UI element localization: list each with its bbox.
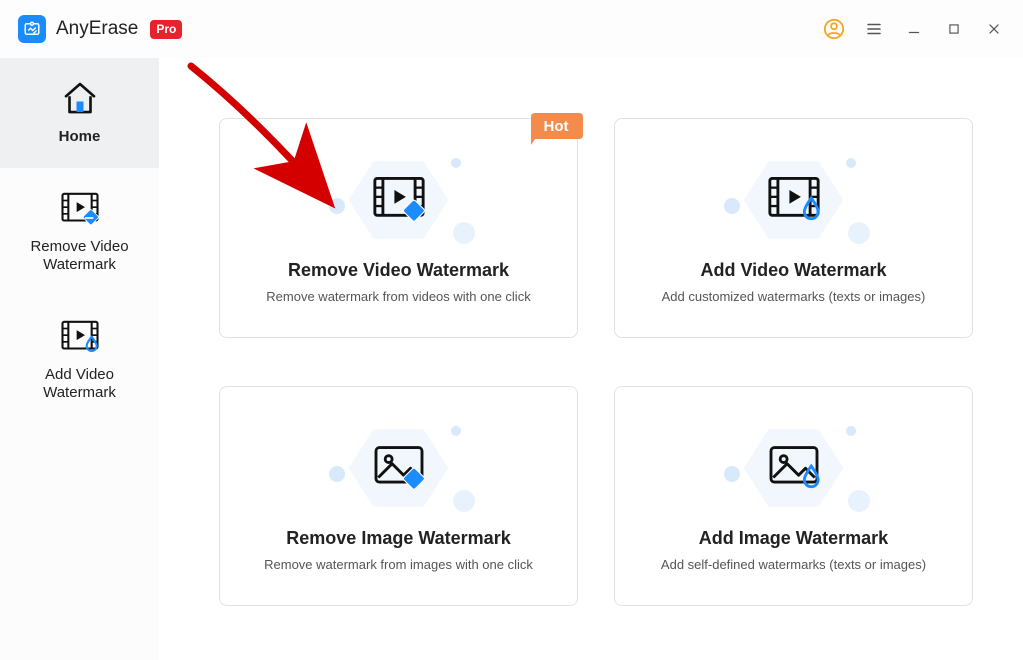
sidebar-item-add-video-watermark[interactable]: Add Video Watermark (0, 296, 159, 424)
app-body: Home Remove Video W (0, 58, 1023, 660)
sidebar: Home Remove Video W (0, 58, 159, 660)
video-droplet-icon (60, 316, 100, 356)
maximize-button[interactable] (939, 14, 969, 44)
sidebar-item-label: Home (59, 128, 101, 146)
svg-text:Hot: Hot (544, 118, 569, 135)
card-title: Remove Video Watermark (288, 260, 509, 281)
home-icon (59, 78, 101, 118)
sidebar-item-label: Add Video Watermark (8, 366, 151, 402)
video-erase-icon (371, 175, 427, 226)
card-illustration (704, 420, 884, 516)
card-illustration (309, 420, 489, 516)
sidebar-item-home[interactable]: Home (0, 58, 159, 168)
app-title: AnyErase (56, 18, 138, 40)
card-illustration (704, 152, 884, 248)
card-remove-image-watermark[interactable]: Remove Image Watermark Remove watermark … (219, 386, 578, 606)
card-illustration (309, 152, 489, 248)
card-desc: Add customized watermarks (texts or imag… (662, 289, 926, 304)
close-button[interactable] (979, 14, 1009, 44)
account-button[interactable] (819, 14, 849, 44)
card-title: Remove Image Watermark (286, 528, 510, 549)
sidebar-item-remove-video-watermark[interactable]: Remove Video Watermark (0, 168, 159, 296)
video-droplet-icon (766, 175, 822, 226)
image-erase-icon (371, 443, 427, 494)
minimize-button[interactable] (899, 14, 929, 44)
card-desc: Remove watermark from images with one cl… (264, 557, 533, 572)
menu-button[interactable] (859, 14, 889, 44)
main-content: Hot (159, 58, 1023, 660)
sidebar-item-label: Remove Video Watermark (8, 238, 151, 274)
image-droplet-icon (766, 443, 822, 494)
card-desc: Remove watermark from videos with one cl… (266, 289, 530, 304)
app-logo-icon (18, 15, 46, 43)
card-add-video-watermark[interactable]: Add Video Watermark Add customized water… (614, 118, 973, 338)
card-add-image-watermark[interactable]: Add Image Watermark Add self-defined wat… (614, 386, 973, 606)
card-title: Add Video Watermark (700, 260, 886, 281)
pro-badge: Pro (150, 20, 182, 39)
card-title: Add Image Watermark (699, 528, 888, 549)
card-desc: Add self-defined watermarks (texts or im… (661, 557, 926, 572)
titlebar: AnyErase Pro (0, 0, 1023, 58)
video-erase-icon (60, 188, 100, 228)
hot-badge: Hot (529, 113, 583, 145)
card-remove-video-watermark[interactable]: Hot (219, 118, 578, 338)
